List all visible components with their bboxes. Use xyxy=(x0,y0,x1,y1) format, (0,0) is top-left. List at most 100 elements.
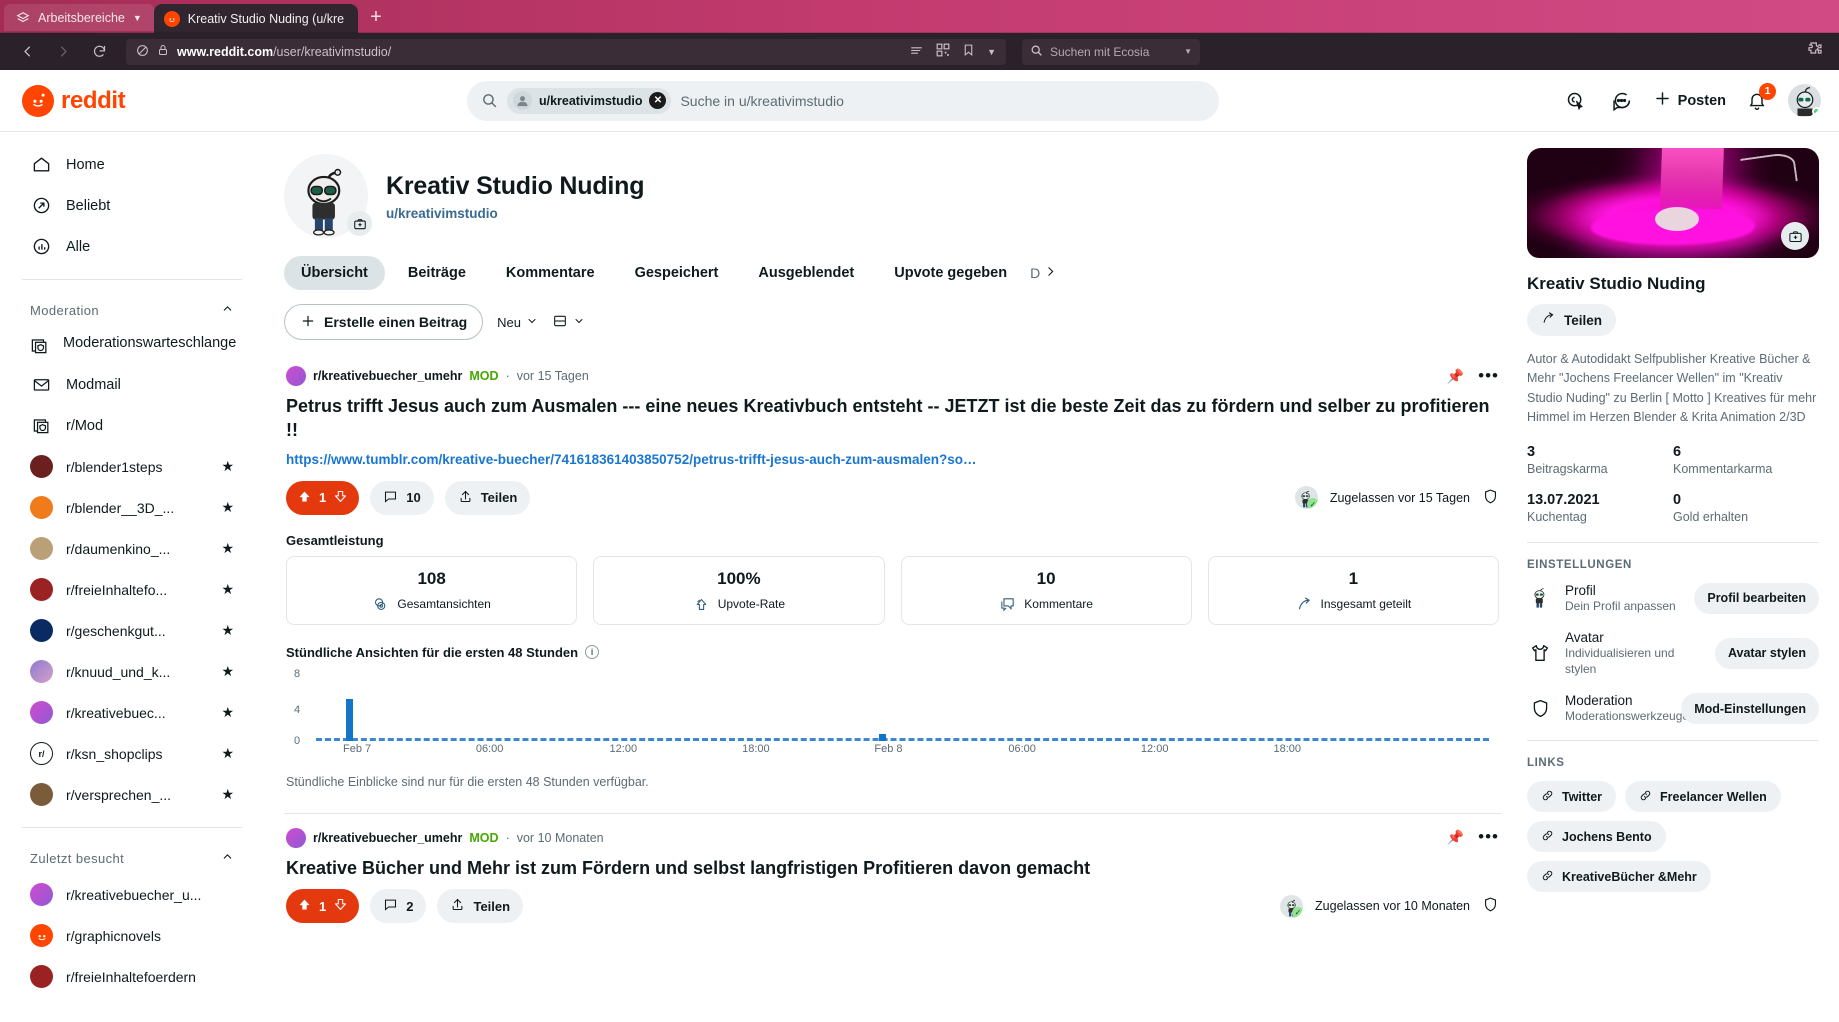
favorite-star-icon[interactable]: ★ xyxy=(221,786,234,803)
sidebar-community-item[interactable]: r/freieInhaltefo... ★ xyxy=(20,569,244,610)
chevron-up-icon[interactable] xyxy=(221,850,234,866)
vote-control[interactable]: 1 xyxy=(286,889,360,924)
share-button[interactable]: Teilen xyxy=(437,889,524,924)
downvote-icon[interactable] xyxy=(333,897,348,915)
share-profile-button[interactable]: Teilen xyxy=(1527,304,1617,336)
sidebar-community-item[interactable]: r/geschenkgut... ★ xyxy=(20,610,244,651)
qr-code-icon[interactable] xyxy=(936,43,950,60)
post-title[interactable]: Petrus trifft Jesus auch zum Ausmalen --… xyxy=(286,395,1499,443)
sidebar-section-recent[interactable]: Zuletzt besucht xyxy=(20,840,244,874)
profile-link-twitter[interactable]: Twitter xyxy=(1527,781,1617,813)
tab-gespeichert[interactable]: Gespeichert xyxy=(618,256,736,290)
mod-settings-button[interactable]: Mod-Einstellungen xyxy=(1681,693,1819,725)
post-subreddit-link[interactable]: r/kreativebuecher_umehr xyxy=(313,369,462,383)
profile-link-freelancer-wellen[interactable]: Freelancer Wellen xyxy=(1625,781,1781,813)
sidebar-community-item[interactable]: r/blender1steps ★ xyxy=(20,446,244,487)
downvote-icon[interactable] xyxy=(333,489,348,507)
sidebar-item-r-mod[interactable]: r/Mod xyxy=(20,405,244,446)
chevron-up-icon[interactable] xyxy=(221,302,234,318)
favorite-star-icon[interactable]: ★ xyxy=(221,663,234,680)
sidebar-section-moderation[interactable]: Moderation xyxy=(20,292,244,326)
post-overflow-menu[interactable]: ••• xyxy=(1478,828,1499,845)
bookmark-icon[interactable] xyxy=(962,43,975,60)
sidebar-community-item[interactable]: r/kreativebuec... ★ xyxy=(20,692,244,733)
sidebar-community-item[interactable]: r/blender__3D_... ★ xyxy=(20,487,244,528)
sidebar-recent-item[interactable]: r/graphicnovels xyxy=(20,915,244,956)
close-icon[interactable]: ✕ xyxy=(649,92,667,109)
favorite-star-icon[interactable]: ★ xyxy=(221,499,234,516)
favorite-star-icon[interactable]: ★ xyxy=(221,540,234,557)
sidebar-community-item[interactable]: r/knuud_und_k... ★ xyxy=(20,651,244,692)
notifications-button[interactable]: 1 xyxy=(1742,82,1776,116)
profile-link-kreativebuecher[interactable]: KreativeBücher &Mehr xyxy=(1527,861,1711,893)
workspaces-button[interactable]: Arbeitsbereiche ▼ xyxy=(4,4,154,31)
extensions-icon[interactable] xyxy=(1807,41,1823,62)
profile-avatar[interactable] xyxy=(284,154,372,238)
mod-shield-icon[interactable] xyxy=(1482,896,1499,916)
sidebar-item-all[interactable]: Alle xyxy=(20,226,244,267)
post-overflow-menu[interactable]: ••• xyxy=(1478,367,1499,384)
edit-avatar-camera-icon[interactable] xyxy=(347,211,372,236)
upvote-icon[interactable] xyxy=(297,489,312,507)
mod-shield-icon[interactable] xyxy=(1482,488,1499,508)
advertise-icon[interactable] xyxy=(1561,86,1591,116)
favorite-star-icon[interactable]: ★ xyxy=(221,704,234,721)
favorite-star-icon[interactable]: ★ xyxy=(221,622,234,639)
search-input[interactable]: Suche in u/kreativimstudio xyxy=(680,93,843,109)
create-post-button[interactable]: Posten xyxy=(1653,89,1726,112)
browser-tab[interactable]: Kreativ Studio Nuding (u/kre xyxy=(153,4,359,33)
sidebar-item-home[interactable]: Home xyxy=(20,144,244,185)
forward-button[interactable] xyxy=(48,38,78,66)
share-button[interactable]: Teilen xyxy=(444,480,531,515)
chevron-down-icon[interactable]: ▼ xyxy=(1184,47,1192,56)
sidebar-item-popular[interactable]: Beliebt xyxy=(20,185,244,226)
layout-dropdown[interactable] xyxy=(552,313,585,332)
reddit-logo[interactable]: reddit xyxy=(22,84,126,117)
address-bar[interactable]: www.reddit.com/user/kreativimstudio/ ▼ xyxy=(126,38,1006,65)
sidebar-recent-item[interactable]: r/kreativebuecher_u... xyxy=(20,874,244,915)
tracking-protection-icon[interactable] xyxy=(136,44,149,60)
create-post-button[interactable]: Erstelle einen Beitrag xyxy=(284,304,484,340)
tab-upvote-gegeben[interactable]: Upvote gegeben xyxy=(877,256,1024,290)
tab-beitraege[interactable]: Beiträge xyxy=(391,256,483,290)
tabs-overflow[interactable]: D xyxy=(1030,265,1057,281)
search-scope-chip[interactable]: u/kreativimstudio ✕ xyxy=(506,87,672,114)
sidebar-community-item[interactable]: r/ r/ksn_shopclips ★ xyxy=(20,733,244,774)
back-button[interactable] xyxy=(12,38,42,66)
sidebar-item-modmail[interactable]: Modmail xyxy=(20,364,244,405)
favorite-star-icon[interactable]: ★ xyxy=(221,581,234,598)
sort-dropdown[interactable]: Neu xyxy=(497,315,538,330)
vote-control[interactable]: 1 xyxy=(286,480,360,515)
edit-banner-camera-icon[interactable] xyxy=(1781,222,1809,250)
style-avatar-button[interactable]: Avatar stylen xyxy=(1714,637,1819,669)
address-dropdown-icon[interactable]: ▼ xyxy=(987,47,996,57)
sidebar-item-mod-queue[interactable]: Moderationswarteschlange xyxy=(20,326,244,364)
post-title[interactable]: Kreative Bücher und Mehr ist zum Fördern… xyxy=(286,857,1499,881)
profile-link-jochens-bento[interactable]: Jochens Bento xyxy=(1527,821,1666,853)
chevron-right-icon[interactable] xyxy=(1044,265,1057,281)
profile-handle[interactable]: u/kreativimstudio xyxy=(386,206,644,221)
favorite-star-icon[interactable]: ★ xyxy=(221,745,234,762)
chat-icon[interactable] xyxy=(1607,86,1637,116)
user-avatar-button[interactable] xyxy=(1788,84,1821,117)
new-tab-button[interactable]: + xyxy=(358,7,394,31)
info-icon[interactable]: i xyxy=(585,645,600,659)
tab-kommentare[interactable]: Kommentare xyxy=(489,256,612,290)
reddit-search-bar[interactable]: u/kreativimstudio ✕ Suche in u/kreativim… xyxy=(466,80,1219,121)
post-subreddit-link[interactable]: r/kreativebuecher_umehr xyxy=(313,831,462,845)
browser-search-input[interactable]: Suchen mit Ecosia ▼ xyxy=(1022,38,1200,65)
favorite-star-icon[interactable]: ★ xyxy=(221,458,234,475)
tab-ausgeblendet[interactable]: Ausgeblendet xyxy=(741,256,871,290)
post-external-link[interactable]: https://www.tumblr.com/kreative-buecher/… xyxy=(286,452,1499,467)
edit-profile-button[interactable]: Profil bearbeiten xyxy=(1694,582,1819,614)
sidebar-community-item[interactable]: r/versprechen_... ★ xyxy=(20,774,244,815)
reader-view-icon[interactable] xyxy=(909,44,924,60)
tab-uebersicht[interactable]: Übersicht xyxy=(284,256,385,290)
comments-button[interactable]: 10 xyxy=(370,480,434,515)
sidebar-community-item[interactable]: r/daumenkino_... ★ xyxy=(20,528,244,569)
karma-label: Gold erhalten xyxy=(1673,509,1749,524)
comments-button[interactable]: 2 xyxy=(370,889,427,924)
sidebar-recent-item[interactable]: r/freieInhaltefoerdern xyxy=(20,956,244,997)
reload-button[interactable] xyxy=(84,38,114,66)
upvote-icon[interactable] xyxy=(297,897,312,915)
